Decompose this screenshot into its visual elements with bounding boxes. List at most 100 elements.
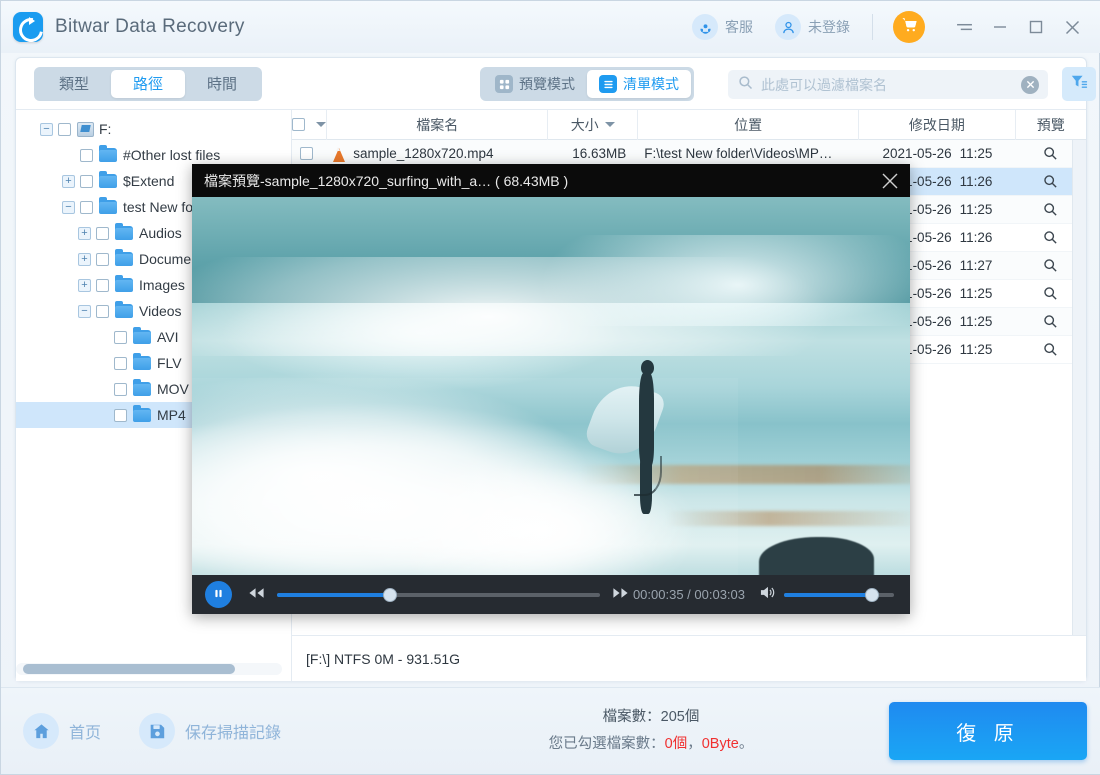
tree-node-label: MOV [157, 381, 189, 397]
bitwar-logo [13, 12, 43, 42]
tree-horizontal-scrollbar[interactable] [16, 663, 282, 675]
clear-search-icon[interactable] [1021, 75, 1039, 94]
expand-icon[interactable]: + [62, 174, 75, 188]
row-time: 11:25 [959, 202, 993, 217]
close-button[interactable] [1057, 12, 1087, 42]
file-list-header: 檔案名 大小 位置 修改日期 預覽 [292, 110, 1086, 140]
tree-node-label: FLV [157, 355, 182, 371]
account-button[interactable]: 未登錄 [775, 14, 850, 40]
spacer-icon [96, 357, 109, 370]
spacer-icon [96, 383, 109, 396]
volume-handle[interactable] [865, 587, 879, 602]
speaker-icon[interactable] [759, 585, 776, 605]
select-all-checkbox[interactable] [292, 118, 306, 131]
tab-type[interactable]: 類型 [37, 70, 111, 98]
save-scan-button[interactable]: 保存掃描記錄 [139, 713, 281, 749]
expand-icon[interactable]: + [78, 226, 91, 240]
volume-slider[interactable] [784, 587, 894, 602]
row-time: 11:25 [959, 286, 993, 301]
row-time: 11:25 [959, 342, 993, 357]
tree-checkbox[interactable] [96, 304, 109, 318]
maximize-button[interactable] [1021, 12, 1051, 42]
view-tabs: 類型 路徑 時間 [34, 66, 263, 101]
app-title: Bitwar Data Recovery [55, 16, 245, 37]
expand-icon[interactable]: + [78, 252, 91, 266]
tab-time[interactable]: 時間 [185, 70, 259, 98]
fast-forward-button[interactable] [612, 586, 629, 604]
expand-icon[interactable]: + [78, 278, 91, 292]
home-button[interactable]: 首页 [23, 713, 101, 749]
folder-icon [99, 171, 117, 188]
folder-icon [99, 197, 117, 214]
folder-icon [133, 353, 151, 370]
surfboard-leash [634, 455, 663, 496]
row-time: 11:25 [959, 314, 993, 329]
collapse-icon[interactable]: − [78, 304, 91, 318]
sort-descending-icon[interactable] [604, 122, 615, 127]
support-button[interactable]: 客服 [692, 14, 753, 40]
surfer-body [639, 373, 655, 467]
tree-node-label: F: [99, 121, 112, 137]
grid-icon [495, 75, 513, 93]
volume-status: [F:\] NTFS 0M - 931.51G [292, 635, 1086, 681]
collapse-icon[interactable]: − [62, 200, 75, 214]
video-frame[interactable] [192, 197, 910, 575]
spacer-icon [96, 409, 109, 422]
tree-checkbox[interactable] [114, 408, 127, 422]
tree-node-drive[interactable]: − F: [16, 116, 291, 142]
mode-list[interactable]: 清單模式 [587, 70, 691, 98]
restore-button[interactable]: 復 原 [889, 702, 1087, 760]
user-icon [775, 14, 801, 40]
tree-checkbox[interactable] [80, 148, 93, 162]
selected-suffix: 。 [738, 736, 754, 752]
row-checkbox[interactable] [300, 147, 314, 160]
search-icon [738, 75, 753, 95]
progress-slider[interactable] [277, 587, 600, 602]
chevron-down-icon[interactable] [316, 122, 327, 127]
rock [759, 537, 875, 575]
tree-checkbox[interactable] [114, 330, 127, 344]
header-modified-date[interactable]: 修改日期 [859, 110, 1016, 140]
dialog-close-button[interactable] [870, 164, 910, 197]
selected-separator: ， [687, 736, 702, 752]
tree-checkbox[interactable] [96, 226, 109, 240]
header-select-all[interactable] [292, 110, 328, 140]
filter-funnel-icon [1070, 73, 1088, 96]
headset-icon [692, 14, 718, 40]
tab-path[interactable]: 路徑 [111, 69, 186, 98]
footer-bar: 首页 保存掃描記錄 檔案數：205個 您已勾選檔案數：0個，0Byte。 復 原 [1, 687, 1100, 774]
video-player-controls: 00:00:35 / 00:03:03 [192, 575, 910, 614]
header-filename[interactable]: 檔案名 [327, 110, 549, 140]
tree-checkbox[interactable] [80, 200, 93, 214]
pause-icon [213, 586, 224, 604]
mode-preview-label: 預覽模式 [519, 76, 575, 92]
row-time: 11:25 [959, 146, 993, 161]
save-disk-icon [139, 713, 176, 749]
cart-button[interactable] [893, 11, 925, 43]
header-preview[interactable]: 預覽 [1016, 110, 1086, 140]
search-input[interactable] [761, 76, 1021, 93]
tree-checkbox[interactable] [80, 174, 93, 188]
filter-button[interactable] [1062, 67, 1096, 101]
mode-preview[interactable]: 預覽模式 [483, 70, 587, 98]
menu-button[interactable] [949, 12, 979, 42]
title-bar: Bitwar Data Recovery 客服 未登錄 [1, 1, 1100, 53]
collapse-icon[interactable]: − [40, 122, 53, 136]
tree-checkbox[interactable] [114, 356, 127, 370]
tree-node-label: Audios [139, 225, 182, 241]
scan-stats: 檔案數：205個 您已勾選檔案數：0個，0Byte。 [501, 704, 801, 758]
header-size[interactable]: 大小 [548, 110, 639, 140]
tree-checkbox[interactable] [58, 122, 71, 136]
search-box[interactable] [728, 70, 1048, 99]
header-location[interactable]: 位置 [638, 110, 860, 140]
scrollbar-thumb[interactable] [23, 664, 235, 674]
rewind-button[interactable] [248, 586, 265, 604]
pause-button[interactable] [205, 581, 232, 608]
tree-checkbox[interactable] [114, 382, 127, 396]
progress-handle[interactable] [383, 587, 398, 602]
minimize-button[interactable] [985, 12, 1015, 42]
mode-list-label: 清單模式 [623, 76, 679, 92]
file-list-scrollbar[interactable] [1072, 140, 1086, 635]
tree-checkbox[interactable] [96, 252, 109, 266]
tree-checkbox[interactable] [96, 278, 109, 292]
